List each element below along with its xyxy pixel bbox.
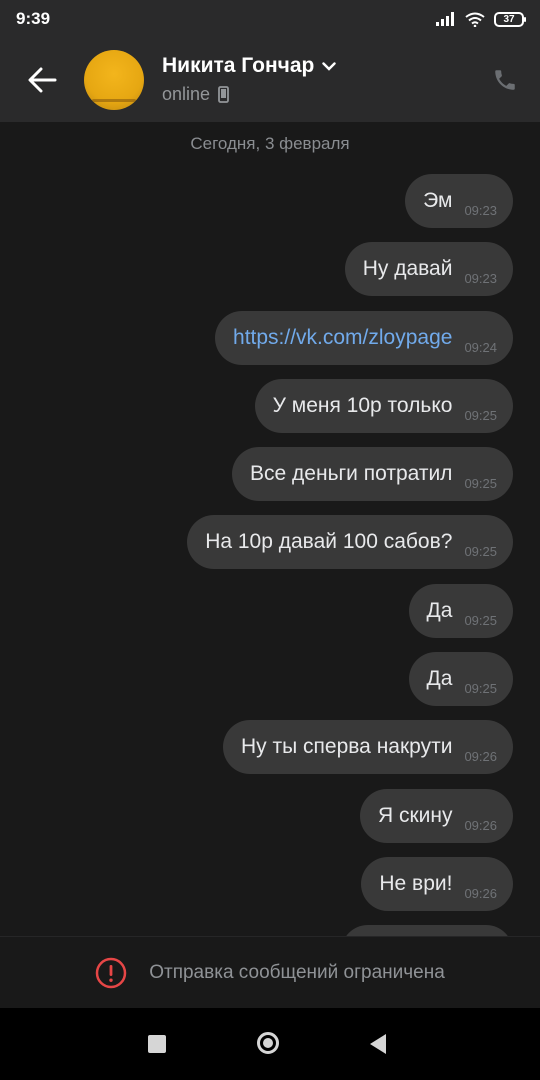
messaging-restricted-bar: Отправка сообщений ограничена bbox=[0, 936, 540, 1009]
chat-header: Никита Гончар online bbox=[0, 38, 540, 122]
message-text: Да bbox=[426, 599, 453, 622]
clock: 9:39 bbox=[16, 9, 51, 28]
message-text: У меня 10р только bbox=[272, 394, 453, 417]
contact-name-row[interactable]: Никита Гончар bbox=[162, 54, 337, 78]
message-text: Да bbox=[426, 667, 453, 690]
message-time: 09:26 bbox=[464, 885, 497, 901]
message-list[interactable]: Сегодня, 3 февраля Эм 09:23 Ну давай 09:… bbox=[0, 122, 540, 936]
message-bubble[interactable]: У меня 10р только 09:25 bbox=[254, 379, 513, 433]
message-time: 09:24 bbox=[464, 339, 497, 355]
square-icon[interactable] bbox=[148, 1035, 166, 1053]
message-bubble[interactable]: Да 09:25 bbox=[408, 652, 513, 706]
system-nav-bar bbox=[0, 1008, 540, 1080]
mobile-device-icon bbox=[218, 86, 229, 103]
chevron-down-icon bbox=[322, 61, 337, 71]
contact-status: online bbox=[162, 84, 211, 104]
phone-icon bbox=[495, 70, 515, 90]
message-text: Я скину bbox=[377, 804, 453, 827]
message-bubble[interactable]: Да 09:25 bbox=[408, 584, 513, 638]
message-time: 09:25 bbox=[464, 543, 497, 559]
message-bubble[interactable]: Не ври! 09:26 bbox=[361, 857, 513, 911]
wifi-icon bbox=[465, 12, 485, 27]
message-text: Эм bbox=[423, 189, 453, 212]
message-text: Не ври! bbox=[379, 872, 453, 895]
status-bar: 9:39 37 bbox=[0, 0, 540, 38]
message-time: 09:23 bbox=[464, 202, 497, 218]
message-text: Все деньги потратил bbox=[250, 462, 453, 485]
message-bubble-link[interactable]: https://vk.com/zloypage 09:24 bbox=[215, 311, 513, 365]
message-text: Ну давай bbox=[362, 257, 453, 280]
signal-icon bbox=[436, 12, 454, 26]
contact-name: Никита Гончар bbox=[162, 54, 315, 77]
contact-status-row: online bbox=[162, 84, 229, 105]
message-bubble[interactable]: Я скину 09:26 bbox=[359, 789, 513, 843]
battery-level: 37 bbox=[503, 13, 515, 25]
message-time: 09:25 bbox=[464, 680, 497, 696]
message-text: Ну ты сперва накрути bbox=[240, 735, 453, 758]
circle-icon[interactable] bbox=[257, 1032, 279, 1054]
battery-icon: 37 bbox=[494, 11, 526, 27]
message-time: 09:26 bbox=[464, 748, 497, 764]
message-bubble[interactable]: На 10р давай 100 сабов? 09:25 bbox=[187, 515, 513, 569]
message-text: На 10р давай 100 сабов? bbox=[205, 530, 453, 553]
message-bubble-partial[interactable] bbox=[341, 925, 513, 936]
date-separator: Сегодня, 3 февраля bbox=[190, 134, 350, 153]
message-bubble[interactable]: Ну ты сперва накрути 09:26 bbox=[222, 720, 513, 774]
message-time: 09:25 bbox=[464, 475, 497, 491]
call-button[interactable] bbox=[490, 64, 520, 96]
avatar[interactable] bbox=[84, 50, 144, 110]
message-time: 09:25 bbox=[464, 407, 497, 423]
message-time: 09:23 bbox=[464, 270, 497, 286]
status-icons: 37 bbox=[436, 11, 526, 27]
message-bubble[interactable]: Эм 09:23 bbox=[405, 174, 513, 228]
message-time: 09:26 bbox=[464, 817, 497, 833]
back-button[interactable] bbox=[22, 62, 62, 98]
triangle-back-icon[interactable] bbox=[370, 1034, 386, 1054]
restriction-text: Отправка сообщений ограничена bbox=[149, 962, 445, 983]
message-bubble[interactable]: Ну давай 09:23 bbox=[344, 242, 513, 296]
message-bubble[interactable]: Все деньги потратил 09:25 bbox=[232, 447, 513, 501]
exclamation-circle-icon bbox=[95, 957, 127, 989]
message-time: 09:25 bbox=[464, 612, 497, 628]
arrow-left-icon bbox=[28, 67, 57, 93]
message-link[interactable]: https://vk.com/zloypage bbox=[233, 326, 452, 350]
